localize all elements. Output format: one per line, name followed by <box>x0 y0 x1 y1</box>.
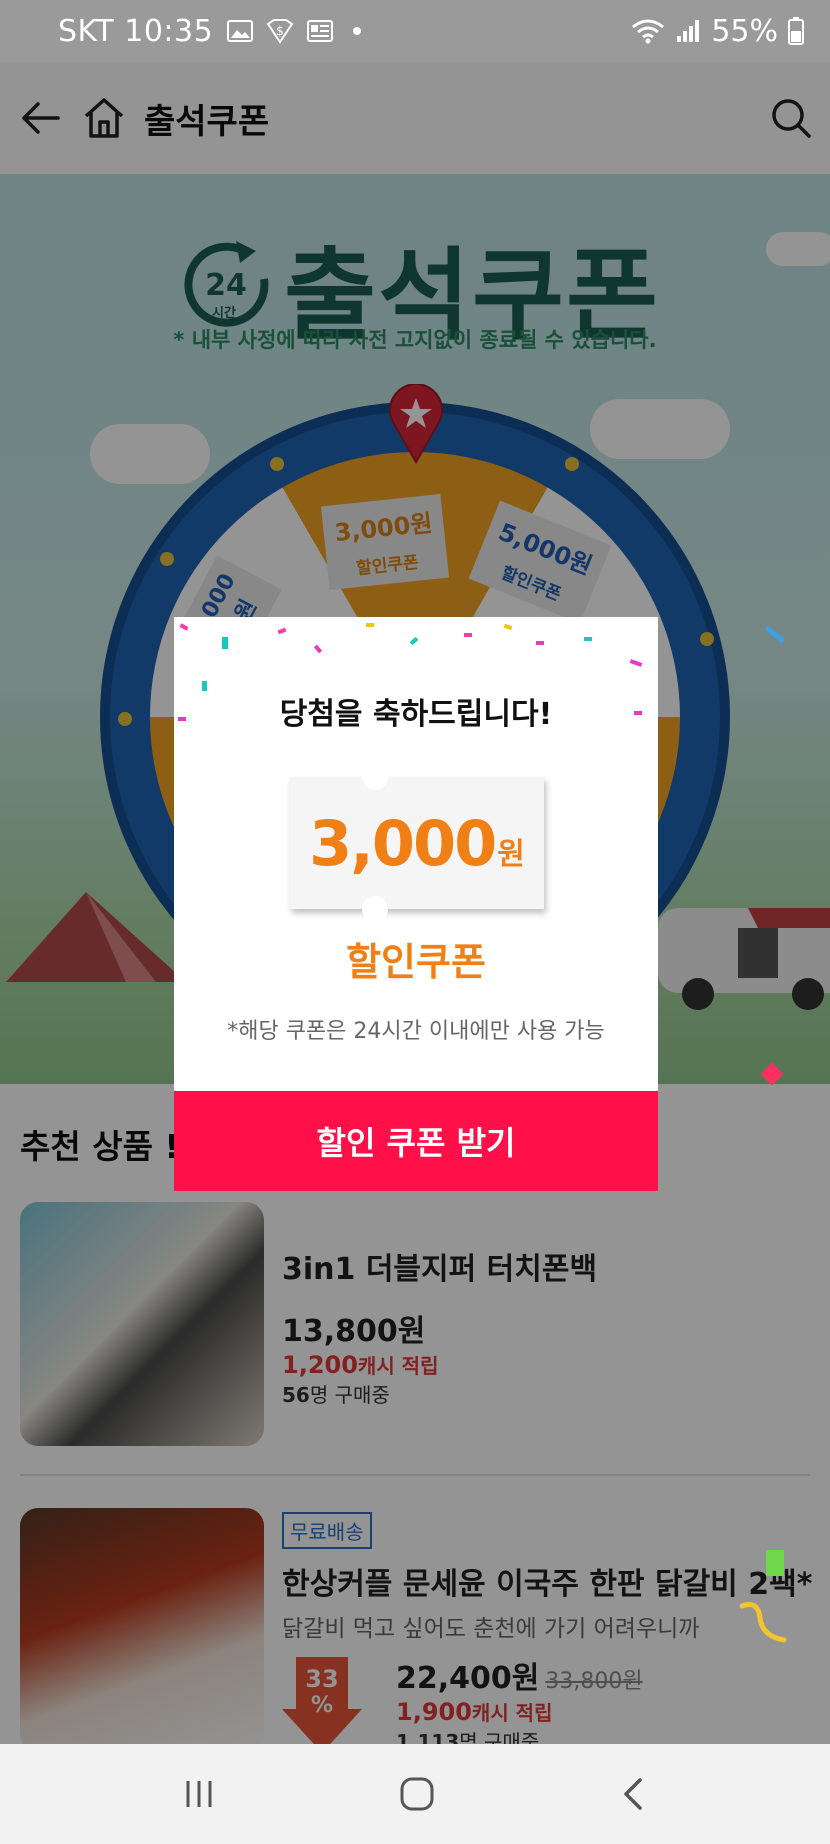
confetti <box>629 659 643 667</box>
back-button-icon[interactable] <box>618 1777 648 1811</box>
status-bar: SKT 10:35 $ 55% <box>0 0 830 62</box>
news-notification-icon <box>307 20 334 42</box>
dialog-heading: 당첨을 축하드립니다! <box>279 697 553 732</box>
confetti <box>277 627 287 635</box>
floating-confetti <box>766 1550 784 1576</box>
coupon-unit: 원 <box>497 837 525 872</box>
confetti <box>179 623 189 631</box>
confetti <box>536 641 544 645</box>
confetti <box>222 637 228 649</box>
svg-text:$: $ <box>276 24 284 38</box>
coupon-ticket: 3,000 원 <box>290 764 544 922</box>
home-button-icon[interactable] <box>399 1776 435 1812</box>
wifi-icon <box>632 19 665 44</box>
confetti <box>366 623 374 627</box>
coupon-win-dialog: 당첨을 축하드립니다! 3,000 원 할인쿠폰 *해당 쿠폰은 24시간 이내… <box>174 617 658 1191</box>
status-time: SKT 10:35 <box>58 13 214 49</box>
signal-icon <box>677 20 700 42</box>
confetti <box>464 633 472 637</box>
confetti <box>584 637 592 641</box>
confetti <box>503 623 513 631</box>
system-navigation-bar <box>0 1744 830 1844</box>
coupon-amount: 3,000 <box>309 806 497 880</box>
battery-icon <box>788 17 804 45</box>
recent-apps-icon[interactable] <box>182 1777 216 1811</box>
gallery-notification-icon <box>227 20 254 42</box>
coupon-kind: 할인쿠폰 <box>346 940 486 984</box>
receive-coupon-button[interactable]: 할인 쿠폰 받기 <box>174 1091 658 1191</box>
floating-ribbon-icon <box>739 1602 787 1643</box>
battery-percent: 55% <box>711 13 778 49</box>
coupon-validity-note: *해당 쿠폰은 24시간 이내에만 사용 가능 <box>227 1019 605 1044</box>
more-notifications-dot-icon <box>353 27 362 35</box>
cash-notification-icon: $ <box>266 19 294 44</box>
confetti <box>409 636 419 646</box>
confetti <box>313 644 323 654</box>
